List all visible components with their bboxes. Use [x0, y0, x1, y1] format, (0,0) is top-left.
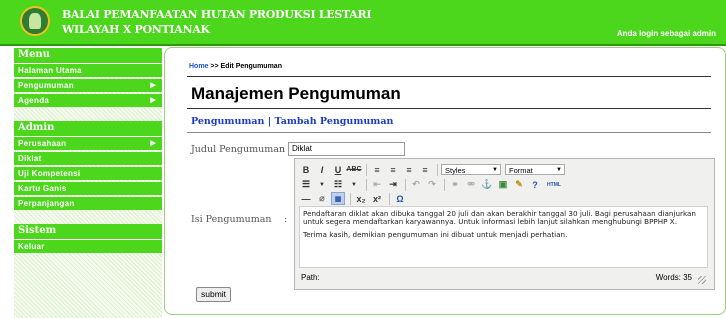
isi-label: Isi Pengumuman — [191, 214, 272, 225]
pengumuman-link[interactable]: Pengumuman — [191, 116, 264, 127]
superscript-icon[interactable]: x² — [370, 192, 384, 205]
nav-kartu-ganis[interactable]: Kartu Ganis — [14, 182, 162, 195]
visual-aid-icon[interactable]: ▦ — [331, 192, 345, 205]
redo-icon[interactable]: ↷ — [425, 178, 439, 191]
editor-content-area[interactable]: Pendaftaran diklat akan dibuka tanggal 2… — [299, 206, 708, 268]
nav-label: Perpanjangan — [18, 199, 75, 208]
align-left-icon[interactable]: ≡ — [370, 163, 384, 176]
org-name-line1: BALAI PEMANFAATAN HUTAN PRODUKSI LESTARI — [62, 8, 372, 21]
subscript-icon[interactable]: x₂ — [354, 192, 368, 205]
isi-colon: : — [284, 214, 288, 225]
section-sistem-title: Sistem — [14, 224, 162, 240]
judul-label: Judul Pengumuman — [191, 144, 286, 155]
main-content: Home >> Edit Pengumuman Manajemen Pengum… — [164, 47, 726, 315]
nav-label: Diklat — [18, 154, 42, 163]
submit-button[interactable]: submit — [196, 287, 232, 302]
org-name-line2: WILAYAH X PONTIANAK — [62, 23, 210, 36]
nav-diklat[interactable]: Diklat — [14, 152, 162, 165]
submenu-arrow-icon: ▶ — [150, 97, 156, 104]
horizontal-rule-icon[interactable]: — — [299, 192, 313, 205]
bold-icon[interactable]: B — [299, 163, 313, 176]
word-count: Words: 35 — [655, 273, 692, 282]
nav-label: Pengumuman — [18, 81, 74, 90]
italic-icon[interactable]: I — [315, 163, 329, 176]
content-paragraph: Pendaftaran diklat akan dibuka tanggal 2… — [303, 209, 696, 226]
format-select-value: Format — [509, 166, 533, 175]
nav-label: Kartu Ganis — [18, 184, 67, 193]
resize-handle-icon[interactable] — [698, 276, 706, 284]
nav-label: Perusahaan — [18, 139, 67, 148]
editor-statusbar: Path: Words: 35 — [299, 270, 708, 286]
format-select[interactable]: Format ▼ — [505, 164, 565, 175]
styles-select-value: Styles — [445, 166, 466, 175]
login-status: Anda login sebagai admin — [616, 29, 716, 38]
breadcrumb-home-link[interactable]: Home — [189, 63, 208, 70]
remove-format-icon[interactable]: ⌀ — [315, 192, 329, 205]
align-right-icon[interactable]: ≡ — [402, 163, 416, 176]
underline-icon[interactable]: U — [331, 163, 345, 176]
action-links: Pengumuman | Tambah Pengumuman — [191, 116, 393, 127]
page-title: Manajemen Pengumuman — [191, 84, 401, 103]
cleanup-icon[interactable]: ✎ — [512, 178, 526, 191]
nav-agenda[interactable]: Agenda ▶ — [14, 94, 162, 107]
tambah-pengumuman-link[interactable]: Tambah Pengumuman — [275, 116, 394, 127]
html-source-button[interactable]: HTML — [544, 178, 564, 191]
content-paragraph: Terima kasih, demikian pengumuman ini di… — [303, 230, 568, 239]
editor-toolbar-row2: ☰ ▼ ☷ ▼ ⇤ ⇥ ↶ ↷ ⚭ ⚮ ⚓ ▣ ✎ ? HTML — [299, 177, 566, 192]
undo-icon[interactable]: ↶ — [409, 178, 423, 191]
breadcrumb: Home >> Edit Pengumuman — [189, 63, 282, 70]
nav-perusahaan[interactable]: Perusahaan ▶ — [14, 137, 162, 150]
nav-uji-kompetensi[interactable]: Uji Kompetensi — [14, 167, 162, 180]
judul-colon: : — [282, 144, 286, 155]
section-admin-title: Admin — [14, 121, 162, 137]
outdent-icon[interactable]: ⇤ — [370, 178, 384, 191]
sidebar: Menu Halaman Utama Pengumuman ▶ Agenda ▶ A… — [14, 48, 162, 318]
nav-keluar[interactable]: Keluar — [14, 240, 162, 253]
rich-text-editor: B I U ABC ≡ ≡ ≡ ≡ Styles ▼ Format ▼ ☰ ▼ ☷ … — [294, 158, 715, 290]
chevron-down-icon[interactable]: ▼ — [347, 178, 361, 191]
nav-label: Agenda — [18, 96, 50, 105]
breadcrumb-separator: >> — [208, 63, 221, 70]
nav-label: Uji Kompetensi — [18, 169, 81, 178]
judul-input[interactable]: Diklat — [288, 142, 405, 156]
editor-toolbar-row1: B I U ABC ≡ ≡ ≡ ≡ Styles ▼ Format ▼ — [299, 162, 569, 177]
nav-pengumuman[interactable]: Pengumuman ▶ — [14, 79, 162, 92]
breadcrumb-current: Edit Pengumuman — [220, 63, 282, 70]
section-menu-title: Menu — [14, 48, 162, 64]
submenu-arrow-icon: ▶ — [150, 82, 156, 89]
chevron-down-icon: ▼ — [492, 167, 498, 173]
special-character-icon[interactable]: Ω — [393, 192, 407, 205]
nav-label: Keluar — [18, 242, 45, 251]
styles-select[interactable]: Styles ▼ — [441, 164, 501, 175]
numbered-list-icon[interactable]: ☷ — [331, 178, 345, 191]
indent-icon[interactable]: ⇥ — [386, 178, 400, 191]
submenu-arrow-icon: ▶ — [150, 140, 156, 147]
align-justify-icon[interactable]: ≡ — [418, 163, 432, 176]
strikethrough-icon[interactable]: ABC — [346, 163, 361, 176]
nav-label: Halaman Utama — [18, 66, 82, 75]
divider — [187, 132, 711, 133]
unlink-icon[interactable]: ⚮ — [464, 178, 478, 191]
path-label: Path: — [301, 273, 320, 282]
divider — [187, 108, 711, 109]
bullet-list-icon[interactable]: ☰ — [299, 178, 313, 191]
anchor-icon[interactable]: ⚓ — [480, 178, 494, 191]
site-header: BALAI PEMANFAATAN HUTAN PRODUKSI LESTARI… — [0, 0, 726, 46]
align-center-icon[interactable]: ≡ — [386, 163, 400, 176]
chevron-down-icon[interactable]: ▼ — [315, 178, 329, 191]
help-icon[interactable]: ? — [528, 178, 542, 191]
image-icon[interactable]: ▣ — [496, 178, 510, 191]
divider — [187, 76, 711, 77]
nav-halaman-utama[interactable]: Halaman Utama — [14, 64, 162, 77]
nav-perpanjangan[interactable]: Perpanjangan — [14, 197, 162, 210]
editor-toolbar-row3: — ⌀ ▦ x₂ x² Ω — [299, 191, 409, 206]
logo-icon — [20, 6, 50, 36]
link-separator: | — [264, 116, 275, 127]
link-icon[interactable]: ⚭ — [448, 178, 462, 191]
chevron-down-icon: ▼ — [556, 167, 562, 173]
